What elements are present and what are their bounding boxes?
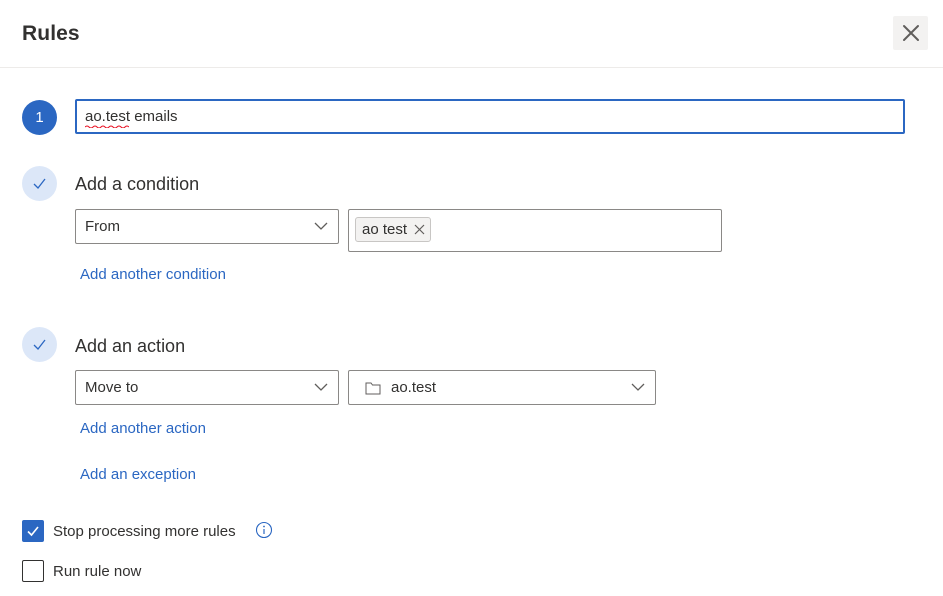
action-type-dropdown[interactable]: Move to: [75, 370, 339, 405]
run-rule-now-checkbox[interactable]: [22, 560, 44, 582]
stop-processing-checkbox[interactable]: [22, 520, 44, 542]
add-another-condition-link[interactable]: Add another condition: [80, 266, 226, 283]
add-another-action-link[interactable]: Add another action: [80, 420, 206, 437]
step-1-badge: 1: [22, 100, 57, 135]
chevron-down-icon: [314, 383, 328, 391]
close-button[interactable]: [893, 16, 928, 50]
chevron-down-icon: [314, 222, 328, 230]
condition-people-picker[interactable]: ao test: [348, 209, 722, 252]
target-folder-value: ao.test: [391, 379, 437, 396]
info-icon[interactable]: [255, 521, 273, 539]
condition-step-check: [22, 166, 57, 201]
condition-field-value: From: [85, 218, 120, 235]
stop-processing-label[interactable]: Stop processing more rules: [53, 523, 236, 540]
remove-token-icon[interactable]: [414, 224, 425, 235]
sender-token[interactable]: ao test: [355, 217, 432, 242]
spellcheck-underline: [85, 125, 129, 128]
rule-name-input[interactable]: [75, 99, 905, 134]
action-heading: Add an action: [75, 336, 186, 356]
close-icon: [902, 25, 919, 41]
action-type-value: Move to: [85, 379, 139, 396]
condition-heading: Add a condition: [75, 174, 200, 194]
add-exception-link[interactable]: Add an exception: [80, 466, 196, 483]
chevron-down-icon: [631, 383, 645, 391]
sender-token-label: ao test: [362, 221, 408, 238]
folder-icon: [365, 382, 381, 394]
target-folder-dropdown[interactable]: ao.test: [348, 370, 656, 405]
checkmark-icon: [33, 178, 46, 189]
dialog-title: Rules: [22, 22, 80, 45]
dialog-header: Rules: [0, 0, 943, 68]
checkmark-icon: [33, 339, 46, 350]
run-rule-now-label[interactable]: Run rule now: [53, 563, 141, 580]
condition-field-dropdown[interactable]: From: [75, 209, 339, 244]
action-step-check: [22, 327, 57, 362]
checkmark-icon: [27, 526, 39, 537]
